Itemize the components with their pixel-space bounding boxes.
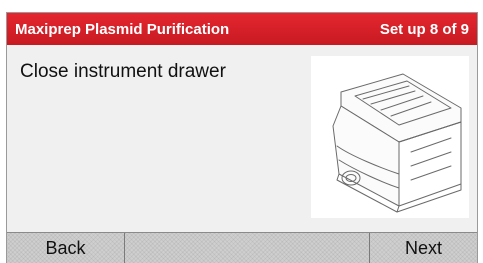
instrument-drawing-icon	[332, 73, 462, 213]
step-counter: Set up 8 of 9	[379, 21, 469, 38]
protocol-title: Maxiprep Plasmid Purification	[15, 21, 230, 38]
instrument-screen: Maxiprep Plasmid Purification Set up 8 o…	[6, 12, 478, 263]
next-button[interactable]: Next	[369, 233, 477, 263]
button-bar: Back Next	[7, 232, 477, 263]
instrument-illustration	[311, 56, 469, 218]
instruction-text: Close instrument drawer	[20, 61, 226, 82]
header-bar: Maxiprep Plasmid Purification Set up 8 o…	[7, 13, 477, 45]
back-button[interactable]: Back	[7, 233, 125, 263]
